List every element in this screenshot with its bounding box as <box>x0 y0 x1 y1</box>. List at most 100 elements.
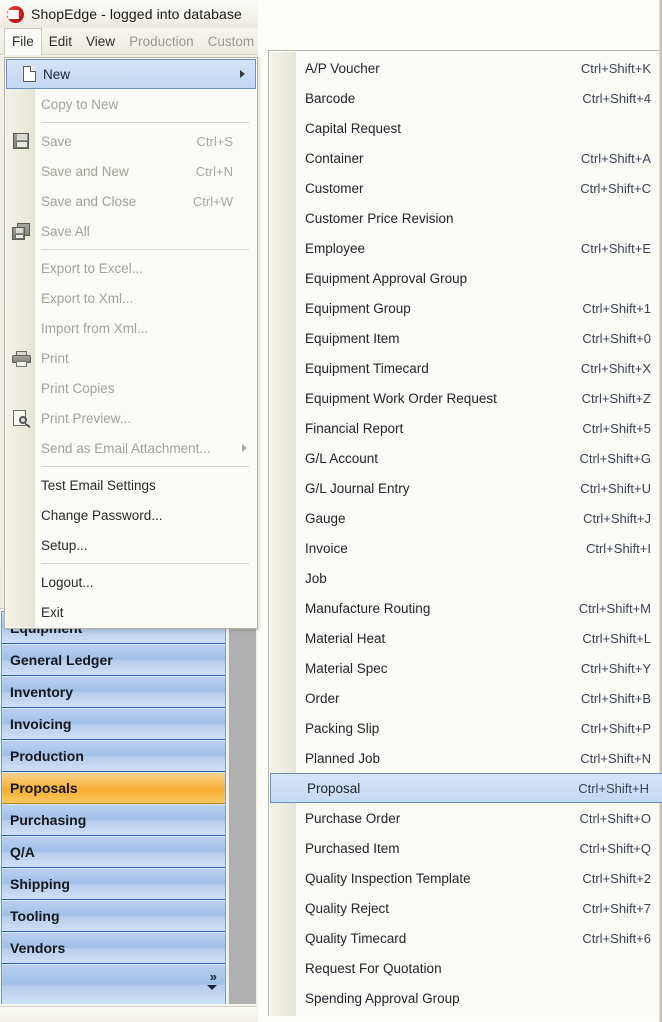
sidebar-item-production[interactable]: Production <box>2 740 225 772</box>
submenu-item-gauge[interactable]: Gauge Ctrl+Shift+J <box>269 503 662 533</box>
submenu-item-capital-request[interactable]: Capital Request <box>269 113 662 143</box>
submenu-item-label: Request For Quotation <box>305 960 442 976</box>
submenu-item-material-spec[interactable]: Material Spec Ctrl+Shift+Y <box>269 653 662 683</box>
submenu-item-label: Order <box>305 690 340 706</box>
menu-item-logout[interactable]: Logout... <box>5 567 257 597</box>
submenu-item-barcode[interactable]: Barcode Ctrl+Shift+4 <box>269 83 662 113</box>
submenu-item-a-p-voucher[interactable]: A/P Voucher Ctrl+Shift+K <box>269 53 662 83</box>
submenu-item-accelerator: Ctrl+Shift+X <box>580 360 651 376</box>
submenu-item-equipment-item[interactable]: Equipment Item Ctrl+Shift+0 <box>269 323 662 353</box>
menu-item-export-to-xml[interactable]: Export to Xml... <box>5 283 257 313</box>
sidebar-item-tooling[interactable]: Tooling <box>2 900 225 932</box>
submenu-item-customer[interactable]: Customer Ctrl+Shift+C <box>269 173 662 203</box>
sidebar-item-qa[interactable]: Q/A <box>2 836 225 868</box>
sidebar-item-purchasing[interactable]: Purchasing <box>2 804 225 836</box>
menubar-item-custom[interactable]: Custom <box>201 30 262 53</box>
submenu-item-order[interactable]: Order Ctrl+Shift+B <box>269 683 662 713</box>
menu-item-copy-to-new[interactable]: Copy to New <box>5 89 257 119</box>
menu-item-export-to-excel[interactable]: Export to Excel... <box>5 253 257 283</box>
submenu-item-planned-job[interactable]: Planned Job Ctrl+Shift+N <box>269 743 662 773</box>
submenu-item-label: Quality Timecard <box>305 930 407 946</box>
submenu-item-purchased-item[interactable]: Purchased Item Ctrl+Shift+Q <box>269 833 662 863</box>
submenu-item-material-heat[interactable]: Material Heat Ctrl+Shift+L <box>269 623 662 653</box>
submenu-item-g-l-account[interactable]: G/L Account Ctrl+Shift+G <box>269 443 662 473</box>
menu-item-send-as-email-attachment[interactable]: Send as Email Attachment... <box>5 433 257 463</box>
sidebar-item-proposals[interactable]: Proposals <box>2 772 225 804</box>
submenu-item-container[interactable]: Container Ctrl+Shift+A <box>269 143 662 173</box>
menu-item-label: Save All <box>41 223 90 239</box>
submenu-item-spending-approval-group[interactable]: Spending Approval Group <box>269 983 662 1013</box>
submenu-item-equipment-timecard[interactable]: Equipment Timecard Ctrl+Shift+X <box>269 353 662 383</box>
submenu-item-quality-reject[interactable]: Quality Reject Ctrl+Shift+7 <box>269 893 662 923</box>
sidebar-item-vendors[interactable]: Vendors <box>2 932 225 964</box>
sidebar-item-general-ledger[interactable]: General Ledger <box>2 644 225 676</box>
submenu-item-proposal[interactable]: Proposal Ctrl+Shift+H <box>270 773 662 803</box>
menu-item-save-and-close[interactable]: Save and Close Ctrl+W <box>5 186 257 216</box>
menu-item-test-email-settings[interactable]: Test Email Settings <box>5 470 257 500</box>
menu-item-exit[interactable]: Exit <box>5 597 257 627</box>
submenu-item-quality-timecard[interactable]: Quality Timecard Ctrl+Shift+6 <box>269 923 662 953</box>
menubar-item-file[interactable]: File <box>4 27 42 55</box>
submenu-item-label: Spending Approval Group <box>305 990 460 1006</box>
menu-separator <box>41 563 249 564</box>
submenu-item-accelerator: Ctrl+Shift+P <box>580 720 651 736</box>
submenu-item-label: Capital Request <box>305 120 402 136</box>
menu-separator <box>41 466 249 467</box>
submenu-item-label: Container <box>305 150 364 166</box>
submenu-item-accelerator: Ctrl+Shift+O <box>579 810 651 826</box>
submenu-item-label: Equipment Timecard <box>305 360 429 376</box>
sidebar-item-inventory[interactable]: Inventory <box>2 676 225 708</box>
submenu-item-task-template[interactable]: Task Template <box>269 1013 662 1022</box>
menu-item-save[interactable]: Save Ctrl+S <box>5 126 257 156</box>
submenu-item-equipment-approval-group[interactable]: Equipment Approval Group <box>269 263 662 293</box>
menu-item-setup[interactable]: Setup... <box>5 530 257 560</box>
menubar-item-edit[interactable]: Edit <box>42 30 79 53</box>
menu-item-accelerator: Ctrl+S <box>196 133 233 149</box>
menu-item-print-preview[interactable]: Print Preview... <box>5 403 257 433</box>
menubar-item-view[interactable]: View <box>79 30 122 53</box>
file-dropdown-menu: New Copy to New Save Ctrl+S Save and New… <box>4 50 662 1022</box>
submenu-item-label: Purchase Order <box>305 810 401 826</box>
submenu-item-employee[interactable]: Employee Ctrl+Shift+E <box>269 233 662 263</box>
submenu-item-accelerator: Ctrl+Shift+C <box>580 180 651 196</box>
submenu-item-job[interactable]: Job <box>269 563 662 593</box>
navigation-scrollbar[interactable] <box>228 611 256 1004</box>
submenu-item-financial-report[interactable]: Financial Report Ctrl+Shift+5 <box>269 413 662 443</box>
submenu-item-accelerator: Ctrl+Shift+E <box>580 240 651 256</box>
submenu-item-customer-price-revision[interactable]: Customer Price Revision <box>269 203 662 233</box>
menu-item-save-all[interactable]: Save All <box>5 216 257 246</box>
menu-item-print-copies[interactable]: Print Copies <box>5 373 257 403</box>
submenu-item-equipment-group[interactable]: Equipment Group Ctrl+Shift+1 <box>269 293 662 323</box>
submenu-item-accelerator: Ctrl+Shift+A <box>580 150 651 166</box>
submenu-item-label: Planned Job <box>305 750 381 766</box>
sidebar-item-invoicing[interactable]: Invoicing <box>2 708 225 740</box>
menu-separator <box>41 122 249 123</box>
menu-item-new[interactable]: New <box>6 59 256 89</box>
menubar-item-production[interactable]: Production <box>122 30 201 53</box>
submenu-item-accelerator: Ctrl+Shift+4 <box>582 90 651 106</box>
submenu-item-request-for-quotation[interactable]: Request For Quotation <box>269 953 662 983</box>
submenu-item-accelerator: Ctrl+Shift+I <box>585 540 651 556</box>
menu-item-label: Save and Close <box>41 193 137 209</box>
menu-item-print[interactable]: Print <box>5 343 257 373</box>
submenu-item-manufacture-routing[interactable]: Manufacture Routing Ctrl+Shift+M <box>269 593 662 623</box>
menu-item-label: Change Password... <box>41 507 163 523</box>
menu-item-label: Print Preview... <box>41 410 132 426</box>
menu-item-change-password[interactable]: Change Password... <box>5 500 257 530</box>
submenu-item-purchase-order[interactable]: Purchase Order Ctrl+Shift+O <box>269 803 662 833</box>
sidebar-item-shipping[interactable]: Shipping <box>2 868 225 900</box>
menu-item-label: Logout... <box>41 574 94 590</box>
submenu-item-label: Purchased Item <box>305 840 400 856</box>
submenu-item-accelerator: Ctrl+Shift+Z <box>581 390 651 406</box>
menu-item-import-from-xml[interactable]: Import from Xml... <box>5 313 257 343</box>
submenu-item-g-l-journal-entry[interactable]: G/L Journal Entry Ctrl+Shift+U <box>269 473 662 503</box>
menu-item-save-and-new[interactable]: Save and New Ctrl+N <box>5 156 257 186</box>
menu-item-label: Print Copies <box>41 380 115 396</box>
submenu-item-packing-slip[interactable]: Packing Slip Ctrl+Shift+P <box>269 713 662 743</box>
submenu-item-invoice[interactable]: Invoice Ctrl+Shift+I <box>269 533 662 563</box>
sidebar-more-button[interactable]: » <box>2 964 225 1004</box>
submenu-item-quality-inspection-template[interactable]: Quality Inspection Template Ctrl+Shift+2 <box>269 863 662 893</box>
submenu-item-equipment-work-order-request[interactable]: Equipment Work Order Request Ctrl+Shift+Z <box>269 383 662 413</box>
submenu-item-accelerator: Ctrl+Shift+B <box>580 690 651 706</box>
submenu-item-label: Equipment Work Order Request <box>305 390 497 406</box>
